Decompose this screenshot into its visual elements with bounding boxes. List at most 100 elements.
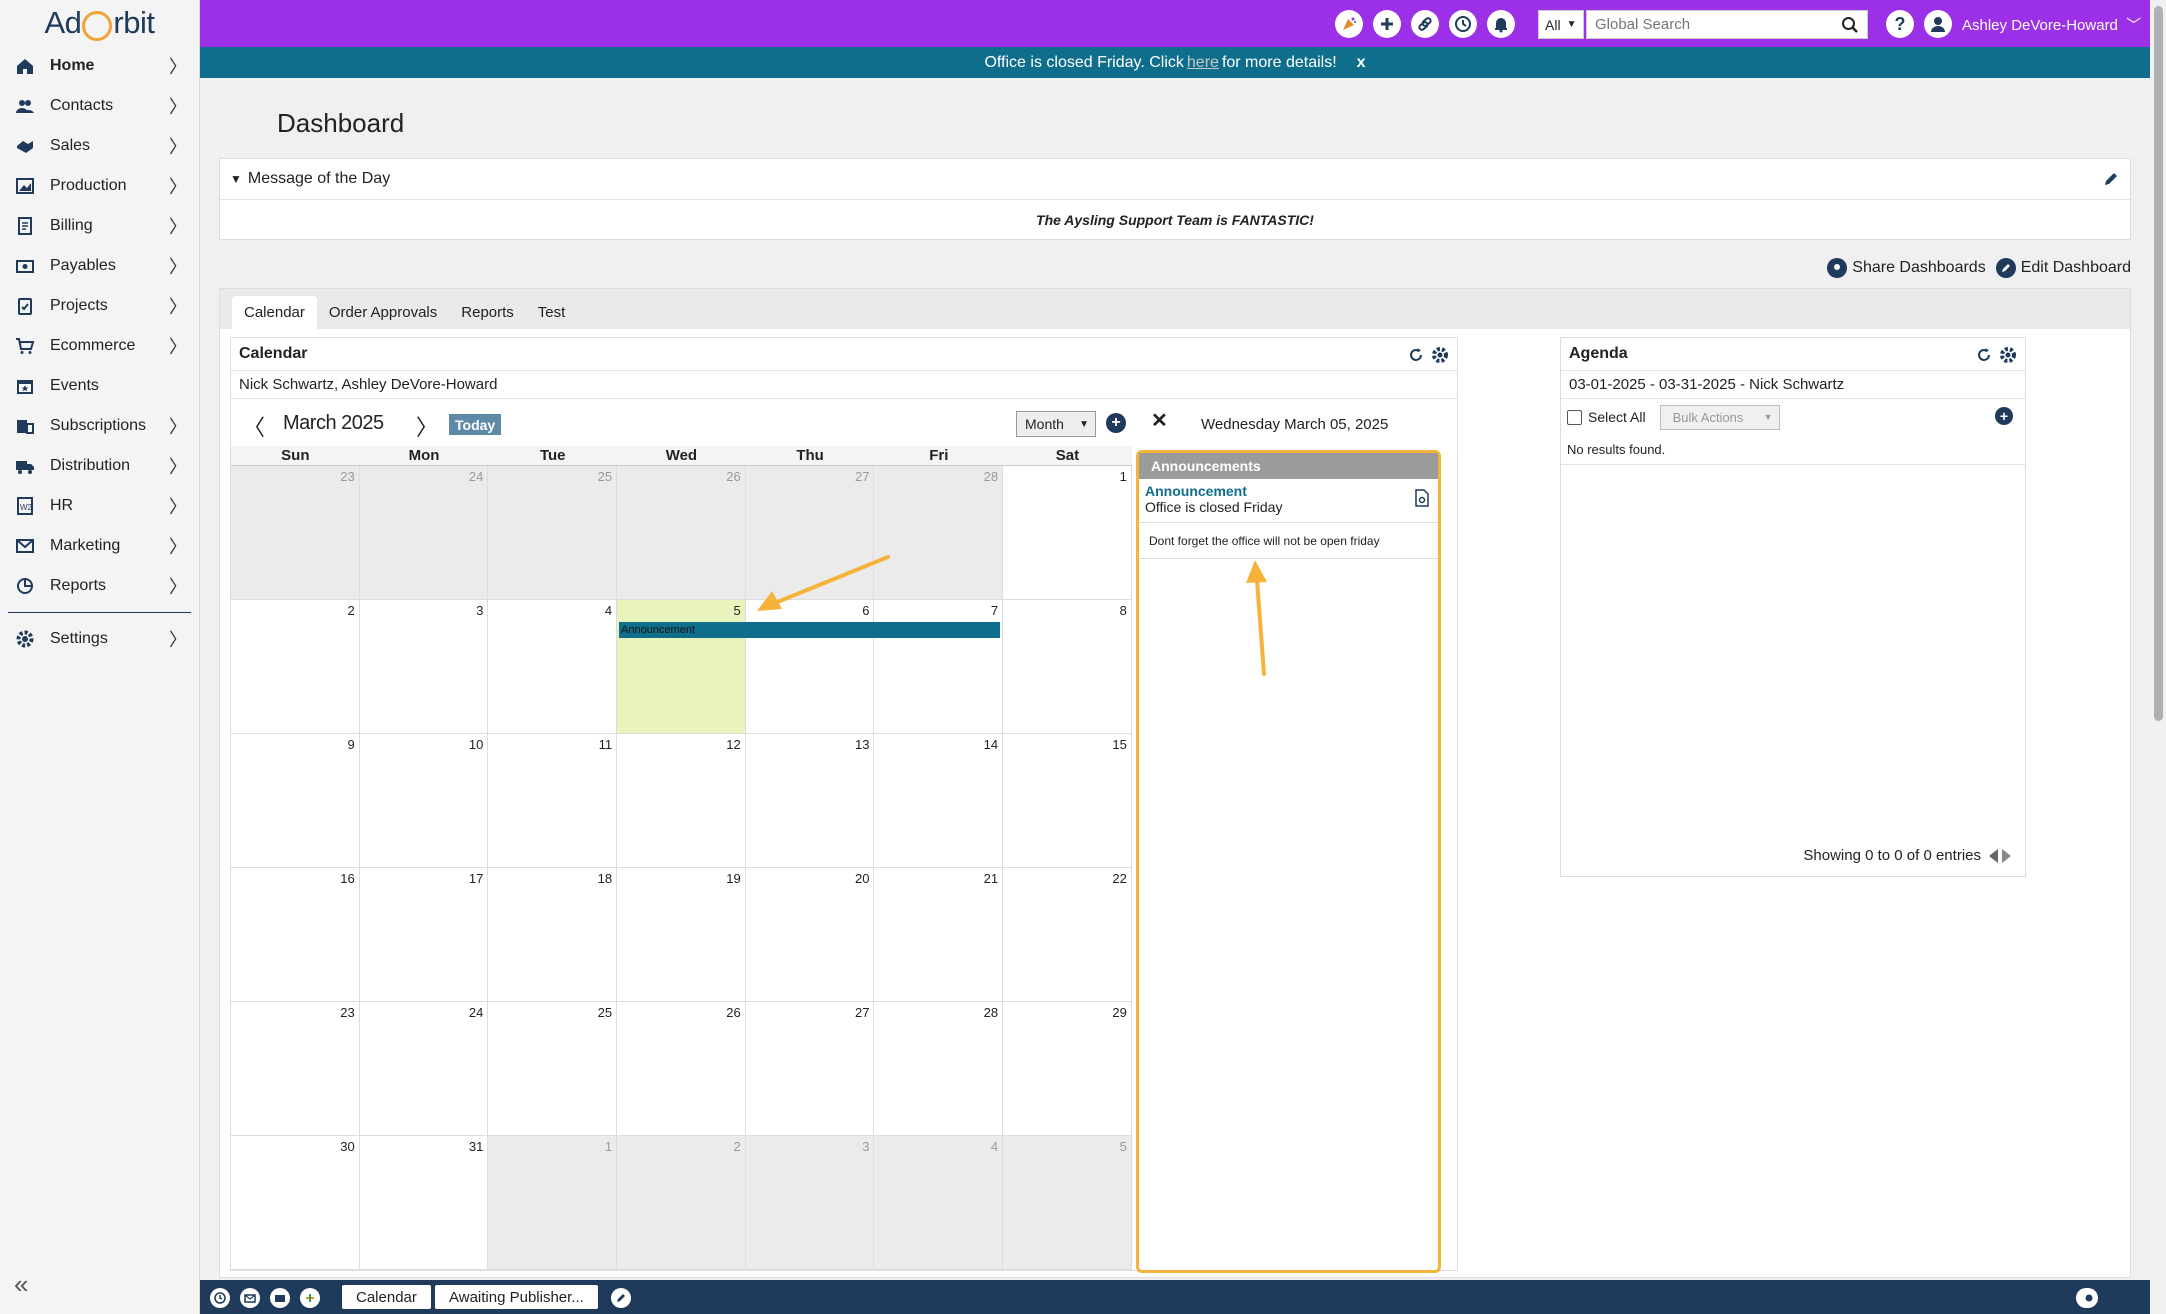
sidebar-item-projects[interactable]: Projects 〉 (0, 286, 199, 326)
document-icon[interactable] (1414, 489, 1430, 507)
sidebar-item-distribution[interactable]: Distribution 〉 (0, 446, 199, 486)
calendar-day-cell[interactable]: 28 (874, 1002, 1004, 1135)
help-icon[interactable]: ? (1886, 10, 1914, 38)
sidebar-item-settings[interactable]: Settings 〉 (0, 619, 199, 659)
chevron-left-icon[interactable]: 〈 (243, 410, 265, 442)
today-button[interactable]: Today (449, 414, 502, 435)
sidebar-item-sales[interactable]: Sales 〉 (0, 126, 199, 166)
toggle-icon[interactable] (2076, 1288, 2098, 1308)
sidebar-item-marketing[interactable]: Marketing 〉 (0, 526, 199, 566)
calendar-day-cell[interactable]: 23 (231, 1002, 360, 1135)
calendar-day-cell[interactable]: 12 (617, 734, 746, 867)
calendar-event[interactable]: Announcement (619, 622, 1000, 638)
add-event-button[interactable]: + (1106, 413, 1126, 433)
app-logo[interactable]: Ad rbit (0, 0, 199, 46)
motd-header[interactable]: ▼ Message of the Day (220, 159, 2130, 200)
banner-close-button[interactable]: x (1357, 54, 1366, 72)
view-select[interactable]: Month ▼ (1016, 411, 1096, 437)
banner-link[interactable]: here (1187, 54, 1219, 72)
search-input[interactable] (1587, 16, 1827, 33)
announcement-item[interactable]: Announcement Office is closed Friday (1139, 479, 1438, 523)
link-icon[interactable] (1411, 10, 1439, 38)
calendar-day-cell[interactable]: 6 (746, 600, 875, 733)
tab-order-approvals[interactable]: Order Approvals (317, 296, 449, 329)
scrollbar-thumb[interactable] (2154, 6, 2163, 721)
tab-test[interactable]: Test (526, 296, 578, 329)
calendar-day-cell[interactable]: 27 (746, 1002, 875, 1135)
next-page-icon[interactable] (2002, 848, 2011, 863)
gear-icon[interactable] (1999, 346, 2017, 364)
calendar-day-cell[interactable]: 11 (488, 734, 618, 867)
bell-icon[interactable] (1487, 10, 1515, 38)
calendar-day-cell[interactable]: 19 (617, 868, 746, 1001)
sidebar-item-subscriptions[interactable]: Subscriptions 〉 (0, 406, 199, 446)
sidebar-item-ecommerce[interactable]: Ecommerce 〉 (0, 326, 199, 366)
calendar-day-cell[interactable]: 3 (360, 600, 489, 733)
pencil-icon[interactable] (611, 1288, 631, 1308)
avatar[interactable] (1924, 10, 1952, 38)
calendar-day-cell[interactable]: 4 (874, 1136, 1004, 1269)
calendar-day-cell[interactable]: 24 (359, 466, 489, 599)
calendar-day-cell[interactable]: 2 (231, 600, 360, 733)
calendar-day-cell[interactable]: 21 (874, 868, 1004, 1001)
party-icon[interactable] (1335, 10, 1363, 38)
gear-icon[interactable] (1431, 346, 1449, 364)
calendar-day-cell[interactable]: 28 (874, 466, 1004, 599)
sidebar-item-billing[interactable]: Billing 〉 (0, 206, 199, 246)
calendar-day-cell[interactable]: 24 (360, 1002, 489, 1135)
tab-reports[interactable]: Reports (449, 296, 526, 329)
calendar-day-cell[interactable]: 17 (360, 868, 489, 1001)
calendar-day-cell[interactable]: 4 (488, 600, 618, 733)
add-icon[interactable] (1373, 10, 1401, 38)
pencil-icon[interactable] (2102, 170, 2120, 188)
sidebar-item-production[interactable]: Production 〉 (0, 166, 199, 206)
select-all-checkbox[interactable] (1567, 409, 1582, 425)
share-dashboards-button[interactable]: Share Dashboards (1827, 258, 1986, 278)
calendar-day-cell[interactable]: 30 (231, 1136, 360, 1269)
announcement-title[interactable]: Announcement (1145, 483, 1432, 499)
refresh-icon[interactable] (1407, 346, 1425, 364)
email-icon[interactable] (240, 1288, 260, 1308)
calendar-day-cell[interactable]: 1 (488, 1136, 618, 1269)
calendar-taskbar-button[interactable]: Calendar (342, 1285, 431, 1309)
calendar-day-cell[interactable]: 7 (874, 600, 1004, 733)
add-agenda-button[interactable]: + (1995, 407, 2013, 425)
collapse-sidebar-icon[interactable]: « (14, 1269, 28, 1300)
calendar-day-cell[interactable]: 18 (488, 868, 618, 1001)
message-icon[interactable] (270, 1288, 290, 1308)
refresh-icon[interactable] (1975, 346, 1993, 364)
awaiting-publisher-button[interactable]: Awaiting Publisher... (435, 1285, 598, 1309)
bulk-actions-select[interactable]: Bulk Actions ▼ (1659, 404, 1780, 430)
sidebar-item-payables[interactable]: Payables 〉 (0, 246, 199, 286)
close-icon[interactable]: ✕ (1151, 408, 1168, 433)
tab-calendar[interactable]: Calendar (232, 296, 317, 329)
calendar-day-cell[interactable]: 26 (617, 1002, 746, 1135)
calendar-day-cell[interactable]: 26 (617, 466, 746, 599)
calendar-day-cell[interactable]: 3 (745, 1136, 875, 1269)
prev-page-icon[interactable] (1989, 848, 1998, 863)
sidebar-item-contacts[interactable]: Contacts 〉 (0, 86, 199, 126)
calendar-day-cell[interactable]: 29 (1003, 1002, 1132, 1135)
calendar-day-cell[interactable]: 9 (231, 734, 360, 867)
history-icon[interactable] (1449, 10, 1477, 38)
sidebar-item-hr[interactable]: W2 HR 〉 (0, 486, 199, 526)
calendar-day-cell[interactable]: 14 (874, 734, 1004, 867)
calendar-day-cell[interactable]: 22 (1003, 868, 1132, 1001)
clock-icon[interactable] (210, 1288, 230, 1308)
edit-dashboard-button[interactable]: Edit Dashboard (1995, 258, 2131, 278)
calendar-day-cell[interactable]: 2 (617, 1136, 746, 1269)
sidebar-item-home[interactable]: Home 〉 (0, 46, 199, 86)
page-scrollbar[interactable] (2150, 0, 2166, 1314)
calendar-day-cell[interactable]: 15 (1003, 734, 1132, 867)
calendar-day-cell[interactable]: 10 (360, 734, 489, 867)
calendar-day-cell[interactable]: 5 (1003, 1136, 1132, 1269)
sidebar-item-events[interactable]: Events (0, 366, 199, 406)
chevron-right-icon[interactable]: 〉 (416, 410, 438, 442)
search-icon[interactable] (1841, 16, 1859, 34)
calendar-day-cell[interactable]: 31 (360, 1136, 489, 1269)
calendar-day-cell[interactable]: 16 (231, 868, 360, 1001)
slack-icon[interactable] (300, 1288, 320, 1308)
calendar-day-cell[interactable]: 20 (746, 868, 875, 1001)
search-scope-select[interactable]: All ▼ (1538, 10, 1584, 39)
calendar-day-cell[interactable]: 13 (746, 734, 875, 867)
